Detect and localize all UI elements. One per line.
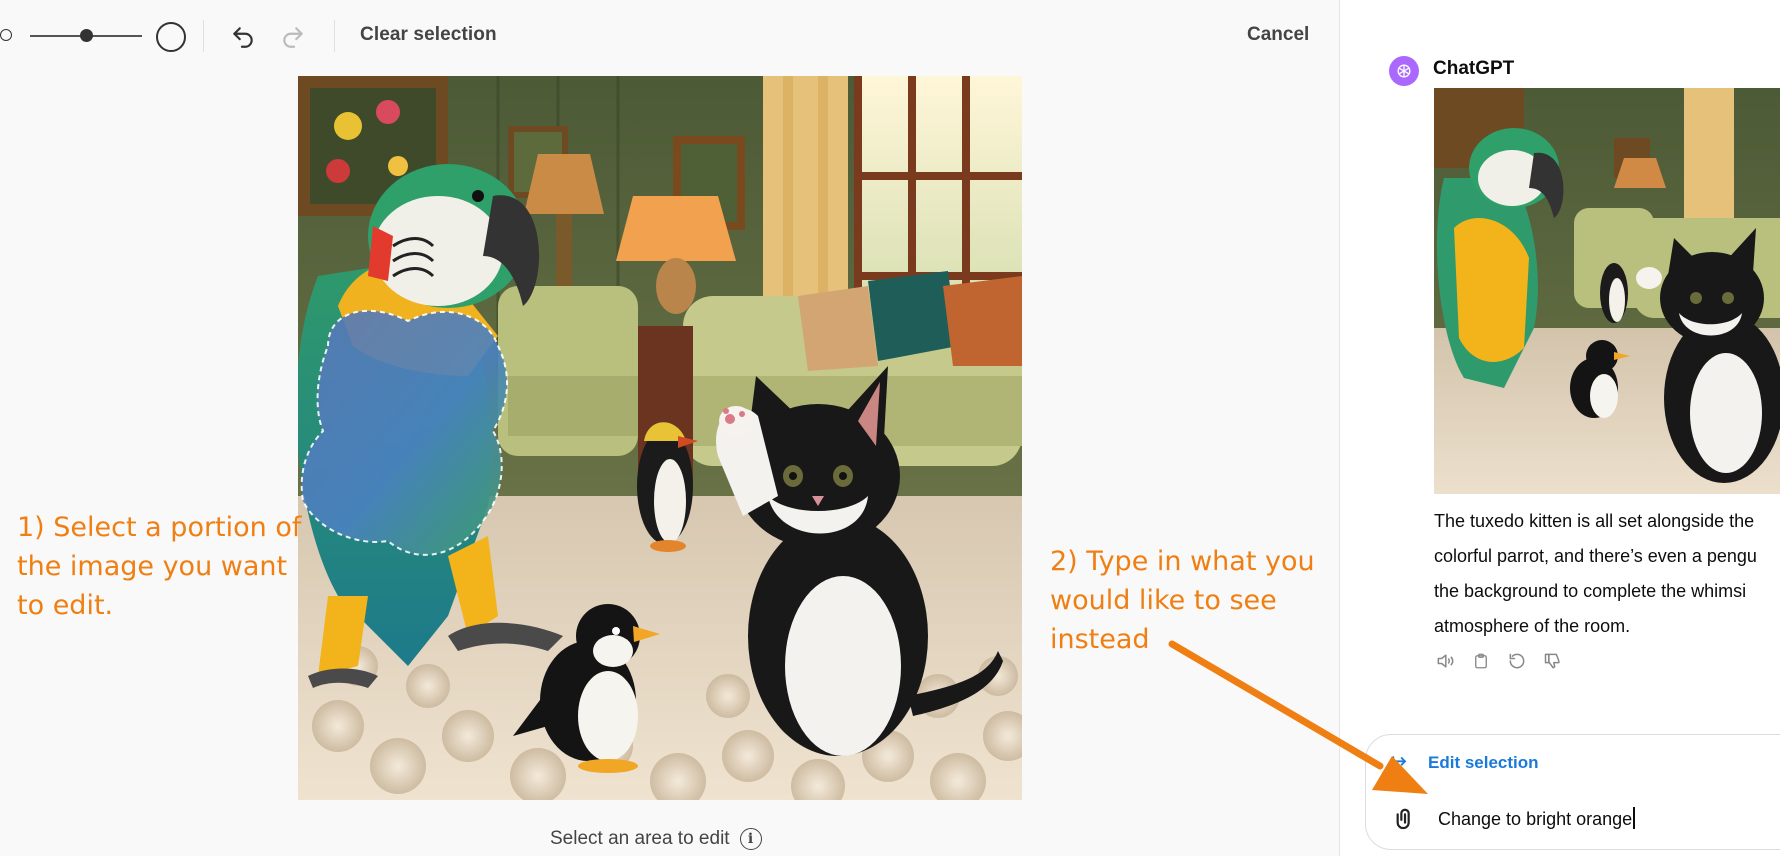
image-editor-pane: Clear selection Cancel Select an area to… xyxy=(0,0,1340,856)
app-root: Clear selection Cancel Select an area to… xyxy=(0,0,1780,856)
assistant-name: ChatGPT xyxy=(1433,58,1515,79)
read-aloud-button[interactable] xyxy=(1434,650,1456,672)
edit-canvas[interactable] xyxy=(298,76,1022,800)
generated-image-thumbnail[interactable] xyxy=(1434,88,1780,494)
chatgpt-avatar xyxy=(1389,56,1419,86)
annotation-line: to edit. xyxy=(17,590,114,621)
thumbs-down-icon xyxy=(1544,653,1560,669)
message-line: The tuxedo kitten is all set alongside t… xyxy=(1434,511,1755,531)
clipboard-icon xyxy=(1475,653,1487,669)
assistant-message: The tuxedo kitten is all set alongside t… xyxy=(1434,504,1780,644)
copy-button[interactable] xyxy=(1470,650,1492,672)
cancel-button[interactable]: Cancel xyxy=(1247,24,1309,46)
toolbar-divider xyxy=(334,20,335,52)
generated-image xyxy=(1434,88,1780,494)
message-line: the background to complete the whimsi xyxy=(1434,581,1747,601)
annotation-line: would like to see xyxy=(1050,585,1277,616)
chat-pane: ChatGPT The tuxedo kitten is all set alo… xyxy=(1340,0,1780,856)
prompt-input-value: Change to bright orange xyxy=(1438,809,1633,829)
text-caret xyxy=(1633,807,1635,829)
edit-selection-chip[interactable]: Edit selection xyxy=(1390,753,1539,773)
generated-image xyxy=(298,76,1022,800)
message-composer: Edit selection Change to bright orange xyxy=(1365,734,1780,850)
message-line: atmosphere of the room. xyxy=(1434,616,1631,636)
undo-icon xyxy=(233,27,253,48)
message-actions xyxy=(1434,650,1564,672)
annotation-line: 2) Type in what you xyxy=(1050,546,1315,577)
arrow-right-icon xyxy=(1392,756,1407,766)
redo-button[interactable] xyxy=(278,22,308,52)
annotation-line: 1) Select a portion of xyxy=(17,512,302,543)
redo-icon xyxy=(283,27,303,48)
regenerate-button[interactable] xyxy=(1506,650,1528,672)
brush-size-slider-thumb[interactable] xyxy=(79,29,93,42)
openai-logo-icon xyxy=(1397,64,1411,78)
annotation-line: the image you want xyxy=(17,551,288,582)
toolbar-divider xyxy=(203,20,204,52)
edit-selection-label: Edit selection xyxy=(1428,753,1539,772)
message-line: colorful parrot, and there’s even a peng… xyxy=(1434,546,1757,566)
edit-hint: Select an area to edit i xyxy=(550,828,762,850)
info-icon[interactable]: i xyxy=(739,828,762,850)
editor-toolbar: Clear selection Cancel xyxy=(0,10,1340,62)
annotation-step-2: 2) Type in what you would like to see in… xyxy=(1050,542,1315,659)
speaker-icon xyxy=(1437,654,1454,668)
edit-hint-text: Select an area to edit xyxy=(550,828,730,849)
paperclip-icon xyxy=(1396,808,1410,830)
info-glyph: i xyxy=(747,831,754,847)
brush-size-large-icon xyxy=(156,22,186,52)
undo-button[interactable] xyxy=(228,22,258,52)
brush-size-small-icon xyxy=(0,29,12,41)
clear-selection-button[interactable]: Clear selection xyxy=(360,24,497,46)
prompt-input[interactable]: Change to bright orange xyxy=(1438,807,1780,830)
annotation-line: instead xyxy=(1050,624,1150,655)
attach-button[interactable] xyxy=(1394,805,1416,836)
dislike-button[interactable] xyxy=(1542,650,1564,672)
annotation-step-1: 1) Select a portion of the image you wan… xyxy=(17,508,301,625)
refresh-icon xyxy=(1509,653,1525,669)
